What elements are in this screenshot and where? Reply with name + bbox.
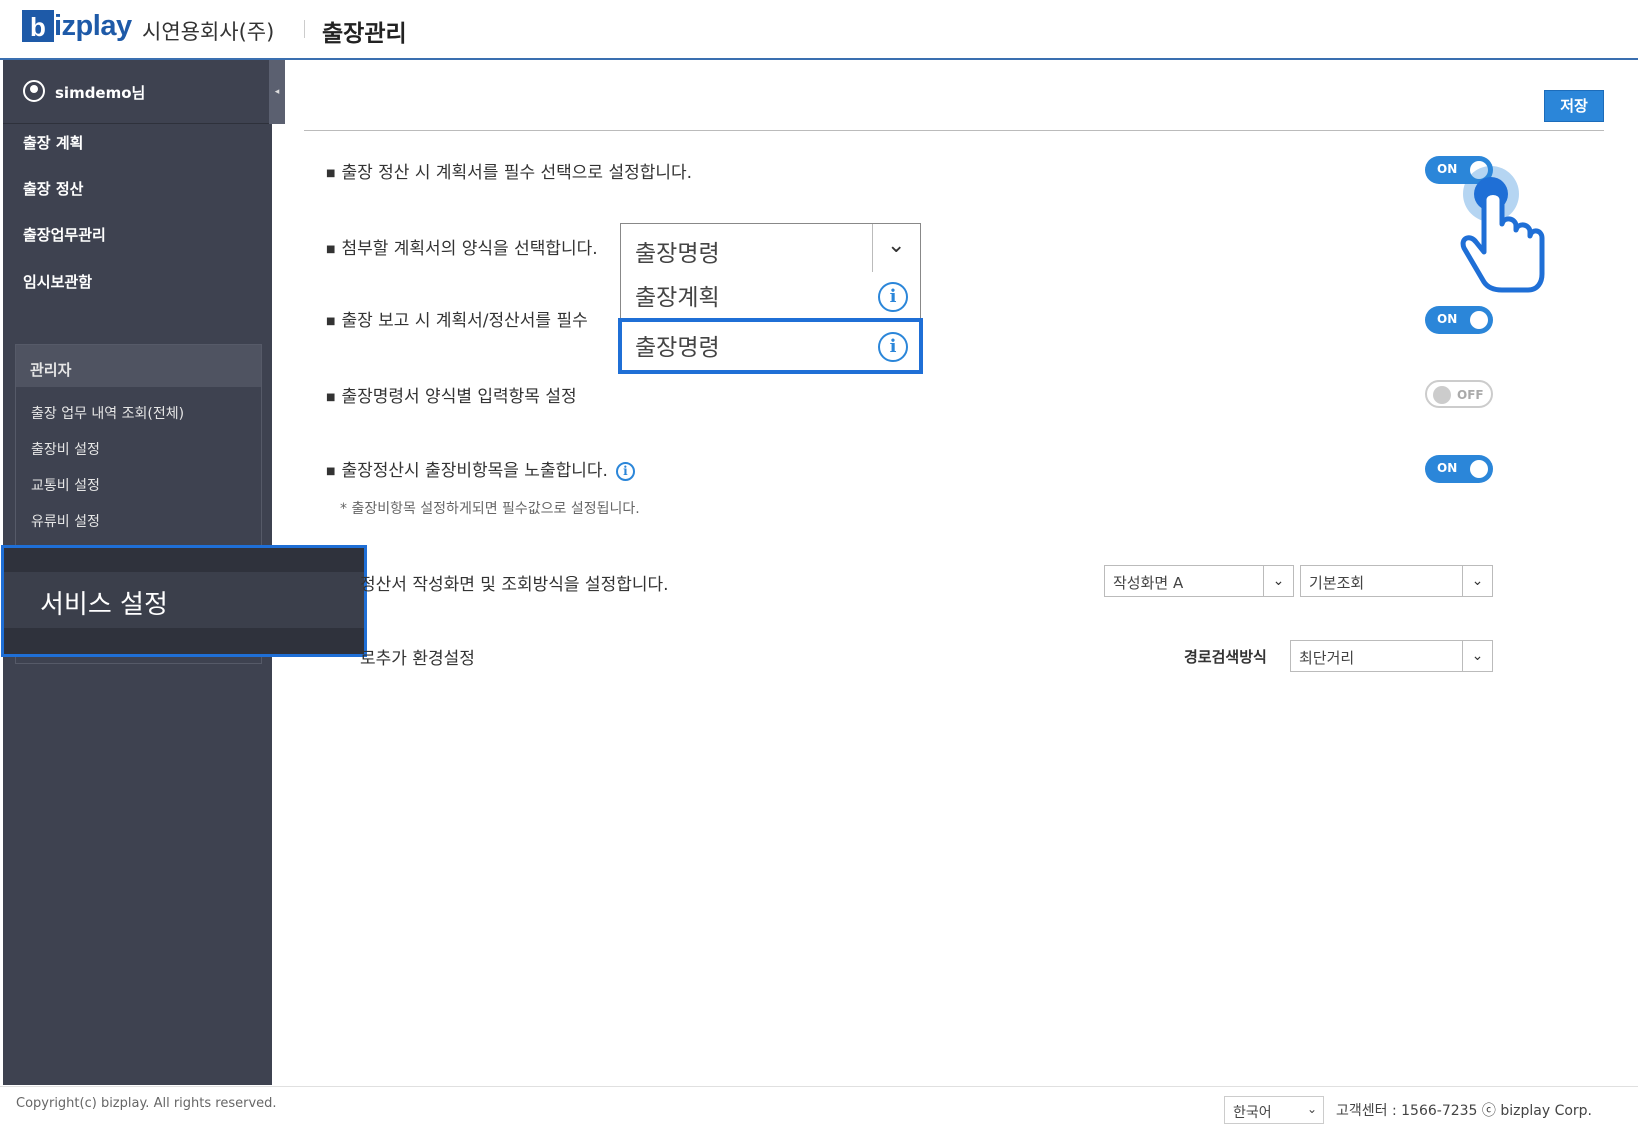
option-expense-items-label: 출장정산시 출장비항목을 노출합니다. [341,461,608,481]
view-mode-value: 기본조회 [1309,574,1365,592]
option-plan-required: ■ 출장 정산 시 계획서를 필수 선택으로 설정합니다. [326,158,692,183]
sidebar-item-trip-plan[interactable]: 출장 계획 [23,132,83,153]
chevron-down-icon: ⌄ [1462,641,1492,671]
admin-item-history[interactable]: 출장 업무 내역 조회(전체) [31,403,184,423]
option-report-required-label: 출장 보고 시 계획서/정산서를 필수 [341,311,588,331]
route-search-value: 최단거리 [1299,649,1355,667]
chevron-down-icon: ⌄ [1462,566,1492,596]
service-settings-highlight: 서비스 설정 [1,545,367,657]
view-mode-select[interactable]: 기본조회 ⌄ [1300,565,1493,597]
toggle-form-fields[interactable]: OFF [1425,380,1493,408]
option-plan-required-label: 출장 정산 시 계획서를 필수 선택으로 설정합니다. [341,163,693,183]
company-name: 시연용회사(주) [142,20,275,44]
option-route-settings: 로추가 환경설정 [360,649,475,669]
user-name: simdemo님 [55,84,146,102]
user-profile[interactable]: simdemo님 [3,60,272,124]
admin-item-transport-cost[interactable]: 교통비 설정 [31,475,100,495]
sidebar-item-trip-management[interactable]: 출장업무관리 [23,224,106,245]
option-plan-form: ■ 첨부할 계획서의 양식을 선택합니다. [326,234,598,259]
save-button[interactable]: 저장 [1544,90,1604,122]
footer-divider [0,1086,1638,1087]
sidebar-item-trip-settlement[interactable]: 출장 정산 [23,178,83,199]
service-settings-label[interactable]: 서비스 설정 [40,584,168,621]
chevron-down-icon: ⌄ [887,233,906,258]
option-plan-form-label: 첨부할 계획서의 양식을 선택합니다. [341,239,598,259]
toggle-knob [1470,311,1488,329]
copyright-text: Copyright(c) bizplay. All rights reserve… [16,1096,277,1111]
chevron-down-icon: ⌄ [1263,566,1293,596]
admin-item-trip-cost[interactable]: 출장비 설정 [31,439,100,459]
toggle-state: ON [1437,461,1458,475]
plan-form-selected-value: 출장명령 [635,241,720,267]
toggle-knob [1470,460,1488,478]
option-trip-plan[interactable]: 출장계획 [635,278,720,312]
header-divider [304,20,305,38]
toggle-knob [1433,386,1451,404]
option-form-fields: ■ 출장명령서 양식별 입력항목 설정 [326,382,577,407]
bullet-icon: ■ [326,167,336,179]
bullet-icon: ■ [326,243,336,255]
sidebar-collapse-button[interactable]: ◂ [269,60,285,124]
toggle-report-required[interactable]: ON [1425,306,1493,334]
route-search-select[interactable]: 최단거리 ⌄ [1290,640,1493,672]
toggle-state: ON [1437,312,1458,326]
page-title: 출장관리 [322,21,407,47]
write-screen-select[interactable]: 작성화면 A ⌄ [1104,565,1294,597]
plan-form-select[interactable]: 출장명령 ⌄ [620,223,921,273]
toggle-state: OFF [1457,388,1484,402]
bizplay-logo-text[interactable]: izplay [54,10,132,43]
bullet-icon: ■ [326,391,336,403]
toggle-expense-items[interactable]: ON [1425,455,1493,483]
info-icon[interactable]: i [615,461,635,481]
user-icon [23,80,45,102]
sidebar-item-drafts[interactable]: 임시보관함 [23,271,92,292]
write-screen-value: 작성화면 A [1113,574,1184,592]
bullet-icon: ■ [326,315,336,327]
chevron-down-icon: ⌄ [1306,1102,1317,1116]
expense-items-note: * 출장비항목 설정하게되면 필수값으로 설정됩니다. [340,501,640,517]
option-highlight-frame [618,318,923,374]
bullet-icon: ■ [326,465,336,477]
app-header: b izplay 시연용회사(주) 출장관리 [0,0,1638,60]
language-value: 한국어 [1233,1105,1272,1121]
admin-menu-title[interactable]: 관리자 [16,345,261,387]
option-expense-items: ■ 출장정산시 출장비항목을 노출합니다. i [326,456,635,481]
option-settlement-view: 정산서 작성화면 및 조회방식을 설정합니다. [360,575,669,595]
option-report-required: ■ 출장 보고 시 계획서/정산서를 필수 [326,306,588,331]
option-form-fields-label: 출장명령서 양식별 입력항목 설정 [341,387,577,407]
bizplay-logo-mark[interactable]: b [22,10,54,42]
language-select[interactable]: 한국어 ⌄ [1224,1096,1324,1124]
admin-item-fuel-cost[interactable]: 유류비 설정 [31,511,100,531]
hand-pointer-icon [1460,166,1545,293]
info-icon[interactable]: i [878,282,908,312]
select-divider [872,224,873,272]
main-divider [304,130,1604,131]
route-search-label: 경로검색방식 [1184,648,1267,666]
customer-center-info: 고객센터 : 1566-7235 ⓒ bizplay Corp. [1336,1103,1592,1119]
